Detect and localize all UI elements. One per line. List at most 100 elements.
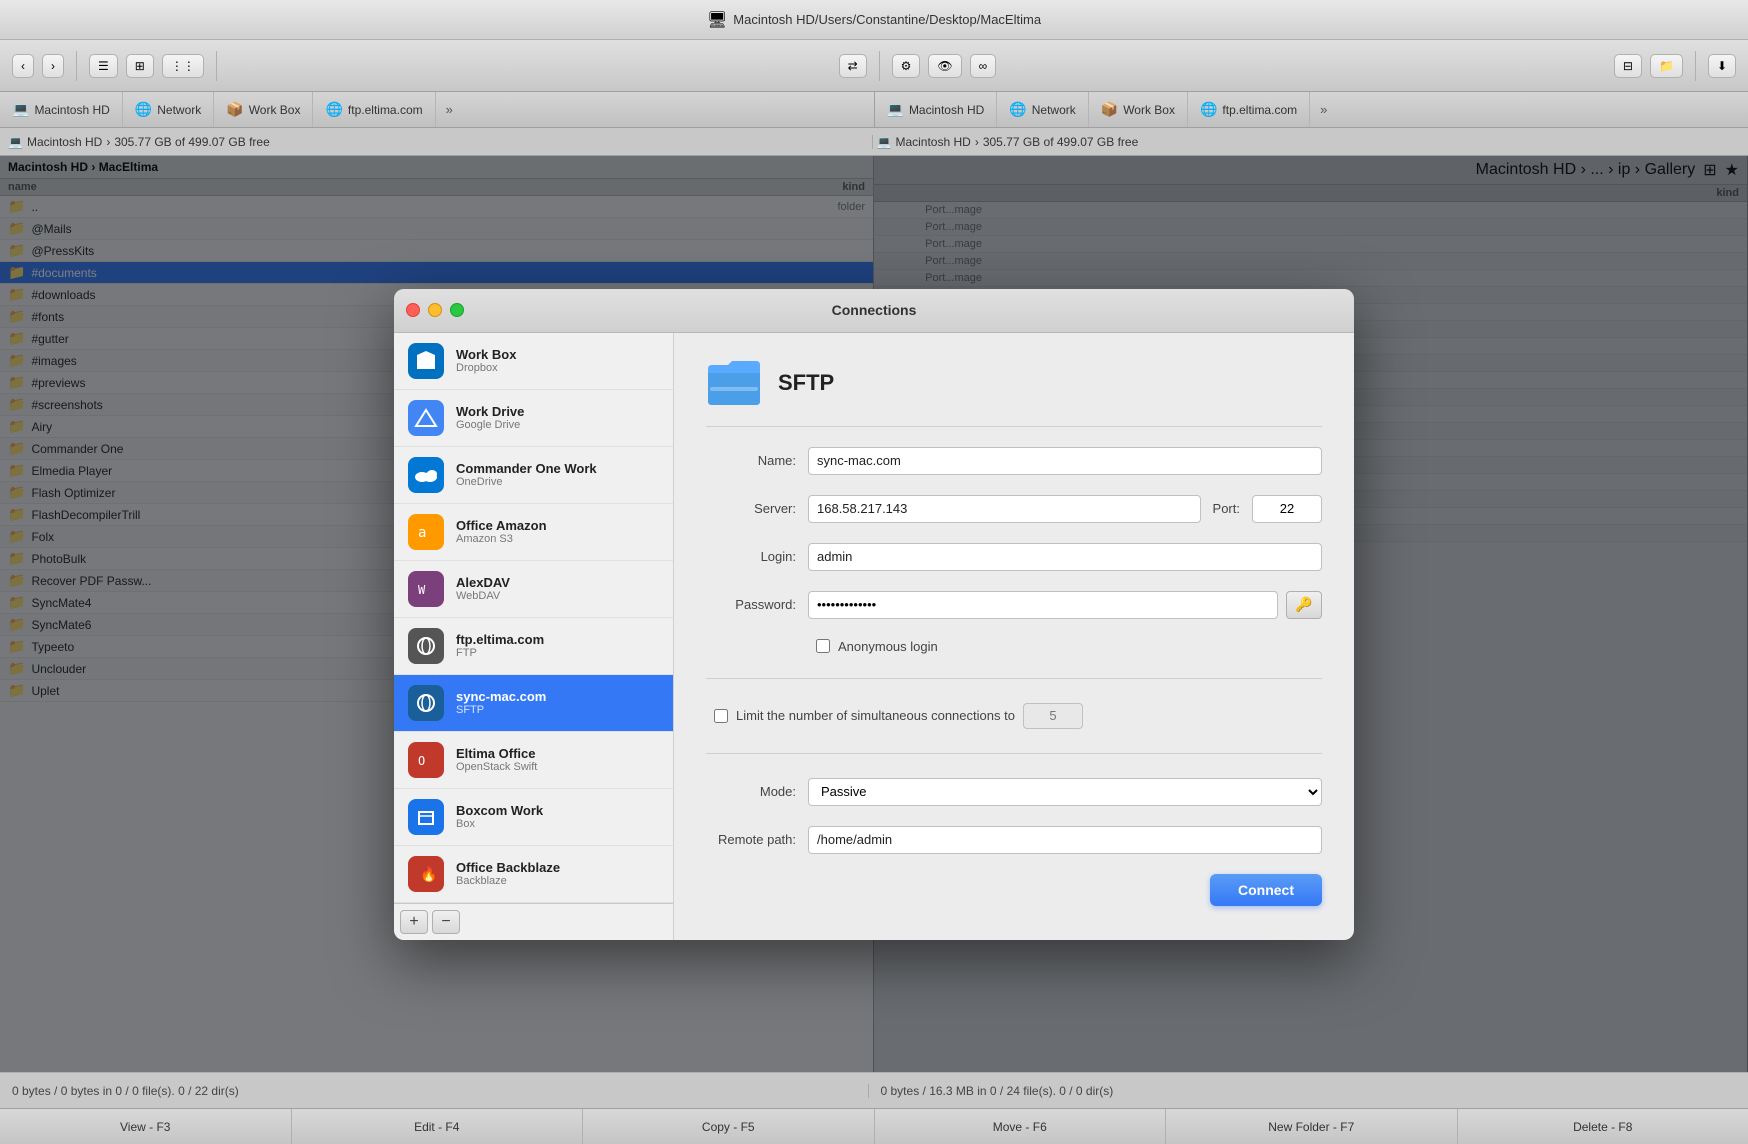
tab-label: Macintosh HD xyxy=(909,103,984,117)
login-row: Login: xyxy=(706,543,1322,571)
tab-workbox-left[interactable]: 📦 Work Box xyxy=(214,92,313,127)
password-row: Password: 🔑 xyxy=(706,591,1322,619)
sidebar-item-text: AlexDAV WebDAV xyxy=(456,575,510,602)
pathbar-right-icon: 💻 xyxy=(877,135,892,149)
modal-titlebar: Connections xyxy=(394,289,1354,333)
name-input[interactable] xyxy=(808,447,1322,475)
server-label: Server: xyxy=(706,501,796,516)
mode-select[interactable]: Passive Active xyxy=(808,778,1322,806)
limit-checkbox[interactable] xyxy=(714,709,728,723)
tab-overflow-right[interactable]: » xyxy=(1310,92,1337,127)
sidebar-item-name: Office Backblaze xyxy=(456,860,560,875)
copy-f5-button[interactable]: Copy - F5 xyxy=(583,1109,875,1144)
sidebar-item-eltimaoffice[interactable]: O Eltima Office OpenStack Swift xyxy=(394,732,673,789)
workbox-icon xyxy=(408,343,444,379)
amazons3-icon: a xyxy=(408,514,444,550)
minimize-button[interactable] xyxy=(428,303,442,317)
back-button[interactable]: ‹ xyxy=(12,54,34,78)
sidebar-item-workdrive[interactable]: Work Drive Google Drive xyxy=(394,390,673,447)
sidebar-item-officeamazon[interactable]: a Office Amazon Amazon S3 xyxy=(394,504,673,561)
move-f6-button[interactable]: Move - F6 xyxy=(875,1109,1167,1144)
name-row: Name: xyxy=(706,447,1322,475)
sidebar-item-name: AlexDAV xyxy=(456,575,510,590)
server-port-group: Port: xyxy=(808,495,1322,523)
limit-label: Limit the number of simultaneous connect… xyxy=(736,708,1015,723)
mode-label: Mode: xyxy=(706,784,796,799)
tab-network-left[interactable]: 🌐 Network xyxy=(123,92,214,127)
tab-macintosh-hd-left[interactable]: 💻 Macintosh HD xyxy=(0,92,123,127)
svg-text:🔥: 🔥 xyxy=(420,866,437,883)
tab-ftp-left[interactable]: 🌐 ftp.eltima.com xyxy=(313,92,435,127)
view-f3-button[interactable]: View - F3 xyxy=(0,1109,292,1144)
sidebar-item-ftpeltima[interactable]: ftp.eltima.com FTP xyxy=(394,618,673,675)
backblaze-icon: 🔥 xyxy=(408,856,444,892)
window-title: Macintosh HD/Users/Constantine/Desktop/M… xyxy=(733,12,1041,27)
sidebar-item-sub: WebDAV xyxy=(456,590,510,602)
port-label: Port: xyxy=(1213,501,1240,516)
sidebar-item-text: Work Box Dropbox xyxy=(456,347,516,374)
sidebar-item-officebackblaze[interactable]: 🔥 Office Backblaze Backblaze xyxy=(394,846,673,903)
tab-ftp-right[interactable]: 🌐 ftp.eltima.com xyxy=(1188,92,1310,127)
sidebar-item-name: Boxcom Work xyxy=(456,803,543,818)
key-button[interactable]: 🔑 xyxy=(1286,591,1322,619)
login-input[interactable] xyxy=(808,543,1322,571)
add-connection-button[interactable]: + xyxy=(400,910,428,934)
tab-overflow-left[interactable]: » xyxy=(436,92,463,127)
main-content: Macintosh HD › MacEltima name kind 📁..fo… xyxy=(0,156,1748,1072)
delete-f8-button[interactable]: Delete - F8 xyxy=(1458,1109,1748,1144)
tab-macintosh-hd-right[interactable]: 💻 Macintosh HD xyxy=(875,92,998,127)
remote-path-input[interactable] xyxy=(808,826,1322,854)
sidebar-item-sub: Dropbox xyxy=(456,362,516,374)
anonymous-checkbox[interactable] xyxy=(816,639,830,653)
sidebar-item-text: Office Amazon Amazon S3 xyxy=(456,518,547,545)
close-button[interactable] xyxy=(406,303,420,317)
gdrive-icon xyxy=(408,400,444,436)
download-button[interactable]: ⬇ xyxy=(1708,54,1736,78)
modal-overlay: Connections Work Box Dropbox xyxy=(0,156,1748,1072)
eye-button[interactable]: 👁 xyxy=(928,54,961,78)
onedrive-icon xyxy=(408,457,444,493)
connect-button[interactable]: Connect xyxy=(1210,874,1322,906)
view-columns-button[interactable]: ⋮⋮ xyxy=(162,54,204,78)
tabbar: 💻 Macintosh HD 🌐 Network 📦 Work Box 🌐 ft… xyxy=(0,92,1748,128)
sidebar-item-workbox[interactable]: Work Box Dropbox xyxy=(394,333,673,390)
status-left: 0 bytes / 0 bytes in 0 / 0 file(s). 0 / … xyxy=(12,1084,869,1098)
pathbar-left-chevron: › xyxy=(106,135,110,149)
sidebar-item-name: Office Amazon xyxy=(456,518,547,533)
tab-label: ftp.eltima.com xyxy=(1222,103,1297,117)
toolbar-divider-3 xyxy=(879,51,880,81)
sidebar-item-boxcomwork[interactable]: Boxcom Work Box xyxy=(394,789,673,846)
ftp-icon: 🌐 xyxy=(325,101,342,118)
sidebar-item-commanderonework[interactable]: Commander One Work OneDrive xyxy=(394,447,673,504)
view-list-button[interactable]: ☰ xyxy=(89,54,118,78)
edit-f4-button[interactable]: Edit - F4 xyxy=(292,1109,584,1144)
newfolder-f7-button[interactable]: New Folder - F7 xyxy=(1166,1109,1458,1144)
port-input[interactable] xyxy=(1252,495,1322,523)
sidebar-item-sub: SFTP xyxy=(456,704,546,716)
folder-button[interactable]: 📁 xyxy=(1650,54,1683,78)
remove-connection-button[interactable]: − xyxy=(432,910,460,934)
sidebar-item-syncmac[interactable]: sync-mac.com SFTP xyxy=(394,675,673,732)
sidebar-item-alexdav[interactable]: W AlexDAV WebDAV xyxy=(394,561,673,618)
forward-button[interactable]: › xyxy=(42,54,64,78)
password-input[interactable] xyxy=(808,591,1278,619)
link-button[interactable]: ∞ xyxy=(970,54,997,78)
login-label: Login: xyxy=(706,549,796,564)
limit-value-input[interactable] xyxy=(1023,703,1083,729)
tab-network-right[interactable]: 🌐 Network xyxy=(997,92,1088,127)
gear-button[interactable]: ⚙ xyxy=(892,54,921,78)
toolbar-divider-4 xyxy=(1695,51,1696,81)
tab-label: Work Box xyxy=(1123,103,1175,117)
connections-sidebar: Work Box Dropbox Work Drive Google D xyxy=(394,333,674,940)
sync-button[interactable]: ⇄ xyxy=(839,54,867,78)
view-grid-button[interactable]: ⊞ xyxy=(126,54,154,78)
server-input[interactable] xyxy=(808,495,1201,523)
tab-workbox-right[interactable]: 📦 Work Box xyxy=(1089,92,1188,127)
modal-body: Work Box Dropbox Work Drive Google D xyxy=(394,333,1354,940)
maximize-button[interactable] xyxy=(450,303,464,317)
limit-row: Limit the number of simultaneous connect… xyxy=(706,703,1322,729)
svg-text:O: O xyxy=(418,754,425,768)
tab-label: Network xyxy=(1032,103,1076,117)
tab-label: Network xyxy=(157,103,201,117)
panel-button[interactable]: ⊟ xyxy=(1614,54,1642,78)
